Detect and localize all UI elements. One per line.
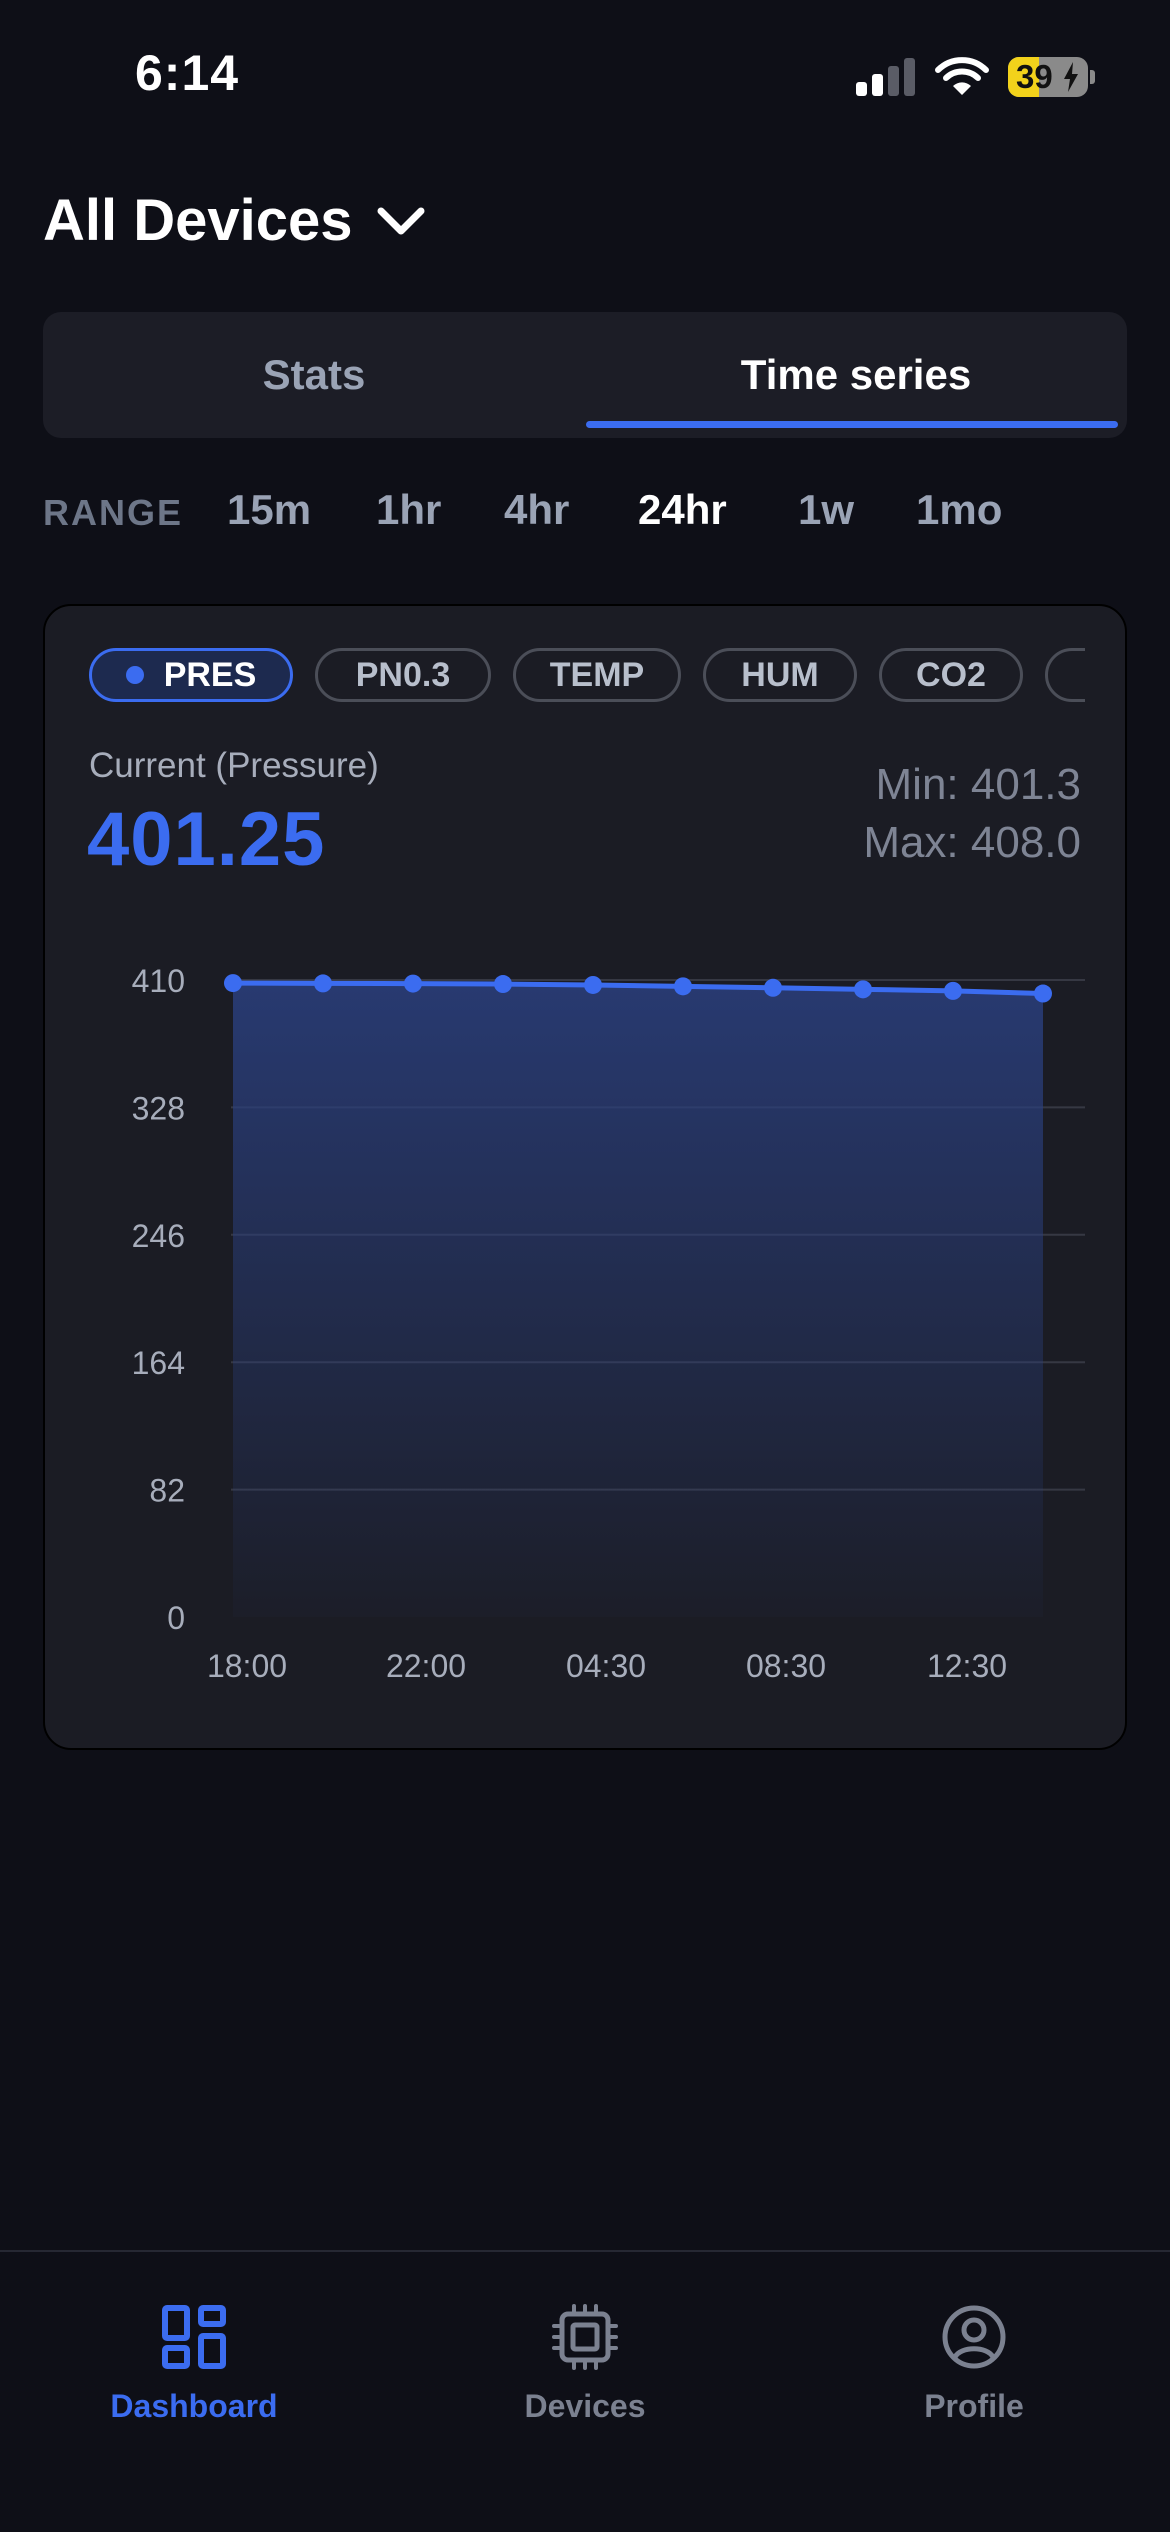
status-time: 6:14 bbox=[135, 45, 240, 101]
charging-bolt-icon bbox=[1064, 62, 1078, 92]
chip-temp[interactable]: TEMP bbox=[513, 648, 681, 702]
range-option-1hr[interactable]: 1hr bbox=[376, 486, 441, 534]
range-option-1mo[interactable]: 1mo bbox=[916, 486, 1002, 534]
x-tick-label: 18:00 bbox=[207, 1648, 287, 1684]
data-point bbox=[674, 977, 692, 996]
data-point bbox=[854, 980, 872, 999]
y-tick-label: 164 bbox=[132, 1345, 185, 1381]
data-point bbox=[944, 981, 962, 1000]
nav-profile[interactable]: Profile bbox=[824, 2304, 1124, 2425]
view-tabs: Stats Time series bbox=[43, 312, 1127, 438]
chip-co2[interactable]: CO2 bbox=[879, 648, 1023, 702]
chip-icon bbox=[552, 2304, 618, 2370]
data-point bbox=[584, 975, 602, 994]
range-option-4hr[interactable]: 4hr bbox=[504, 486, 569, 534]
min-max: Min: 401.3 Max: 408.0 bbox=[863, 756, 1081, 872]
y-tick-label: 82 bbox=[149, 1473, 185, 1509]
range-option-1w[interactable]: 1w bbox=[798, 486, 854, 534]
x-tick-label: 12:30 bbox=[927, 1648, 1007, 1684]
active-tab-indicator bbox=[586, 421, 1118, 428]
chip-label: PRES bbox=[163, 655, 257, 694]
current-value: 401.25 bbox=[87, 797, 326, 882]
data-point bbox=[494, 975, 512, 994]
y-tick-label: 0 bbox=[167, 1600, 185, 1636]
status-bar: 6:14 39 bbox=[0, 0, 1170, 150]
current-label: Current (Pressure) bbox=[89, 746, 379, 785]
nav-devices-label: Devices bbox=[524, 2388, 646, 2424]
y-tick-label: 410 bbox=[132, 963, 185, 999]
device-selector[interactable]: All Devices bbox=[43, 180, 427, 260]
wifi-icon bbox=[935, 57, 989, 95]
range-option-24hr[interactable]: 24hr bbox=[638, 486, 727, 534]
cellular-signal-icon bbox=[856, 58, 916, 96]
nav-profile-label: Profile bbox=[924, 2388, 1024, 2424]
data-point bbox=[314, 974, 332, 993]
chip-pn03[interactable]: PN0.3 bbox=[315, 648, 491, 702]
data-point bbox=[404, 974, 422, 993]
max-value: Max: 408.0 bbox=[863, 818, 1081, 867]
data-point bbox=[224, 974, 242, 993]
chip-hum[interactable]: HUM bbox=[703, 648, 857, 702]
metric-chips: PRES PN0.3 TEMP HUM CO2 bbox=[89, 648, 1085, 704]
chip-overflow[interactable] bbox=[1045, 648, 1085, 702]
tab-stats[interactable]: Stats bbox=[43, 312, 585, 438]
series-area bbox=[233, 983, 1043, 1617]
battery-cap bbox=[1090, 70, 1095, 84]
range-selector: RANGE 15m 1hr 4hr 24hr 1w 1mo bbox=[43, 478, 1127, 542]
data-point bbox=[764, 978, 782, 997]
range-option-15m[interactable]: 15m bbox=[227, 486, 311, 534]
chart-card: 0 82 164 246 328 410 18:00 22:00 04:30 08:30 12:3… bbox=[43, 604, 1127, 1750]
user-circle-icon bbox=[942, 2305, 1006, 2369]
y-tick-label: 246 bbox=[132, 1218, 185, 1254]
min-value: Min: 401.3 bbox=[875, 760, 1081, 809]
page-title: All Devices bbox=[43, 187, 353, 253]
x-tick-label: 04:30 bbox=[566, 1648, 646, 1684]
selected-dot bbox=[125, 666, 144, 684]
bottom-tab-bar: Dashboard Devices Profile bbox=[0, 2250, 1170, 2532]
chevron-down-icon bbox=[377, 207, 425, 235]
data-point bbox=[1034, 984, 1052, 1003]
dashboard-icon bbox=[162, 2305, 226, 2369]
chip-pres[interactable]: PRES bbox=[89, 648, 293, 702]
x-tick-label: 22:00 bbox=[386, 1648, 466, 1684]
battery-icon: 39 bbox=[1008, 57, 1088, 97]
nav-dashboard-label: Dashboard bbox=[110, 2388, 278, 2424]
y-tick-label: 328 bbox=[132, 1090, 185, 1126]
nav-dashboard[interactable]: Dashboard bbox=[44, 2304, 344, 2425]
nav-devices[interactable]: Devices bbox=[435, 2304, 735, 2425]
x-tick-label: 08:30 bbox=[746, 1648, 826, 1684]
range-label: RANGE bbox=[43, 492, 184, 533]
tab-time-series[interactable]: Time series bbox=[585, 312, 1127, 438]
